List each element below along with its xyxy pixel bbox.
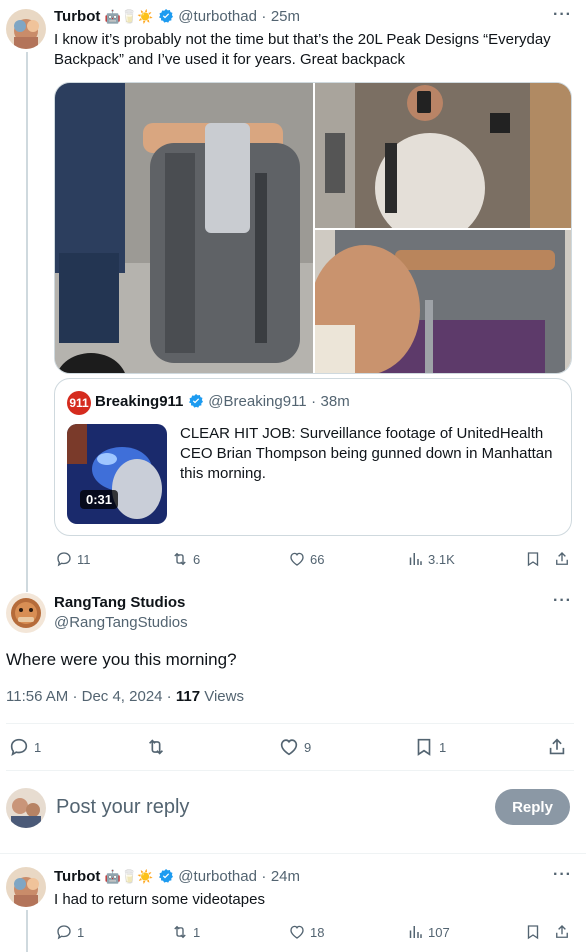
views-action[interactable]: 3.1K [406, 550, 455, 568]
repost-count: 1 [193, 924, 201, 940]
like-count: 66 [310, 551, 325, 567]
video-duration-badge: 0:31 [80, 490, 119, 509]
like-action[interactable]: 18 [288, 923, 324, 941]
reply-input[interactable]: Post your reply [56, 796, 189, 819]
verified-icon [158, 9, 173, 23]
avatar-current-user[interactable] [6, 788, 46, 828]
quote-author-handle: @Breaking911 [208, 393, 307, 410]
quote-author-name: Breaking911 [95, 393, 184, 410]
thread-line [26, 52, 28, 592]
divider [0, 853, 586, 854]
main-tweet-date[interactable]: Dec 4, 2024 [82, 688, 163, 705]
share-icon [556, 552, 568, 565]
share-action[interactable] [546, 736, 568, 758]
like-count: 9 [304, 739, 312, 755]
main-views-label: Views [204, 688, 244, 705]
repost-icon [174, 925, 186, 939]
main-views-count: 117 [175, 688, 201, 705]
views-count: 107 [428, 924, 450, 940]
main-tweet-text: Where were you this morning? [6, 650, 237, 669]
tweet-text: I know it’s probably not the time but th… [54, 31, 551, 68]
main-tweet-meta: 11:56 AM · Dec 4, 2024 · 117 Views [6, 688, 244, 705]
main-author-name[interactable]: RangTang Studios [54, 594, 185, 611]
author-handle[interactable]: @turbothad [178, 8, 257, 25]
like-action[interactable]: 66 [288, 550, 324, 568]
avatar-rangtang[interactable] [6, 593, 46, 633]
quote-video-thumbnail[interactable] [67, 424, 167, 524]
bookmark-icon [527, 552, 539, 567]
reply-icon [57, 552, 71, 567]
bookmark-icon [417, 738, 431, 756]
views-icon [409, 553, 422, 565]
repost-icon [148, 739, 164, 755]
photo-elevator-selfie[interactable] [315, 83, 571, 228]
repost-count: 6 [193, 551, 201, 567]
divider [6, 723, 574, 724]
verified-icon [158, 869, 173, 883]
bookmark-count: 1 [439, 739, 447, 755]
bookmark-action[interactable]: 1 [413, 736, 446, 758]
share-icon [556, 925, 568, 938]
like-count: 18 [310, 924, 325, 940]
avatar-turbot[interactable] [6, 9, 46, 49]
repost-icon [174, 552, 186, 566]
reply-button[interactable]: Reply [495, 789, 570, 825]
views-count: 3.1K [428, 551, 455, 567]
divider [6, 770, 574, 771]
heart-icon [290, 552, 304, 566]
share-action[interactable] [553, 923, 571, 941]
photo-backpack-laptop[interactable] [55, 83, 313, 373]
milk-emoji: 🥛 [121, 869, 138, 884]
views-icon [409, 926, 422, 938]
reply-icon [10, 738, 28, 757]
share-action[interactable] [553, 550, 571, 568]
heart-icon [280, 739, 298, 756]
main-tweet-time[interactable]: 11:56 AM [6, 688, 68, 705]
bookmark-icon [527, 925, 539, 940]
reply-count: 11 [77, 551, 91, 567]
quote-avatar: 911 [67, 391, 91, 415]
quote-text: CLEAR HIT JOB: Surveillance footage of U… [180, 425, 553, 482]
views-action[interactable]: 107 [406, 923, 450, 941]
heart-icon [290, 925, 304, 939]
robot-emoji: 🤖 [104, 9, 122, 24]
repost-action[interactable]: 1 [171, 923, 200, 941]
reply-count: 1 [77, 924, 85, 940]
sun-emoji: ☀️ [137, 9, 154, 24]
more-options-icon[interactable]: ··· [553, 592, 572, 610]
photo-backpack-closeup[interactable] [315, 230, 571, 373]
tweet1-header: Turbot 🤖🥛☀️ @turbothad · 25m [54, 8, 301, 25]
repost-action[interactable] [145, 736, 171, 758]
bookmark-action[interactable] [524, 923, 542, 941]
main-author-handle[interactable]: @RangTangStudios [54, 614, 188, 631]
sun-emoji: ☀️ [137, 869, 154, 884]
more-options-icon[interactable]: ··· [553, 866, 572, 884]
thread-line [26, 910, 28, 952]
verified-icon [188, 394, 203, 408]
milk-emoji: 🥛 [121, 9, 138, 24]
tweet-time[interactable]: 25m [271, 8, 300, 25]
repost-action[interactable]: 6 [171, 550, 200, 568]
tweet2-header: Turbot 🤖🥛☀️ @turbothad · 24m [54, 868, 301, 885]
avatar-turbot[interactable] [6, 867, 46, 907]
share-icon [549, 738, 565, 755]
quote-header: Breaking911 @Breaking911 · 38m [95, 393, 350, 410]
reply-icon [57, 925, 71, 940]
reply-count: 1 [34, 739, 42, 755]
more-options-icon[interactable]: ··· [553, 6, 572, 24]
reply-action[interactable]: 11 [55, 550, 91, 568]
author-name[interactable]: Turbot [54, 8, 100, 25]
robot-emoji: 🤖 [104, 869, 122, 884]
like-action[interactable]: 9 [278, 736, 311, 758]
quote-time: 38m [320, 393, 350, 410]
reply-action[interactable]: 1 [8, 736, 41, 758]
author-name[interactable]: Turbot [54, 868, 100, 885]
tweet-time[interactable]: 24m [271, 868, 300, 885]
media-grid [54, 82, 572, 374]
tweet-text: I had to return some videotapes [54, 891, 265, 908]
author-handle[interactable]: @turbothad [178, 868, 257, 885]
bookmark-action[interactable] [524, 550, 542, 568]
reply-action[interactable]: 1 [55, 923, 84, 941]
